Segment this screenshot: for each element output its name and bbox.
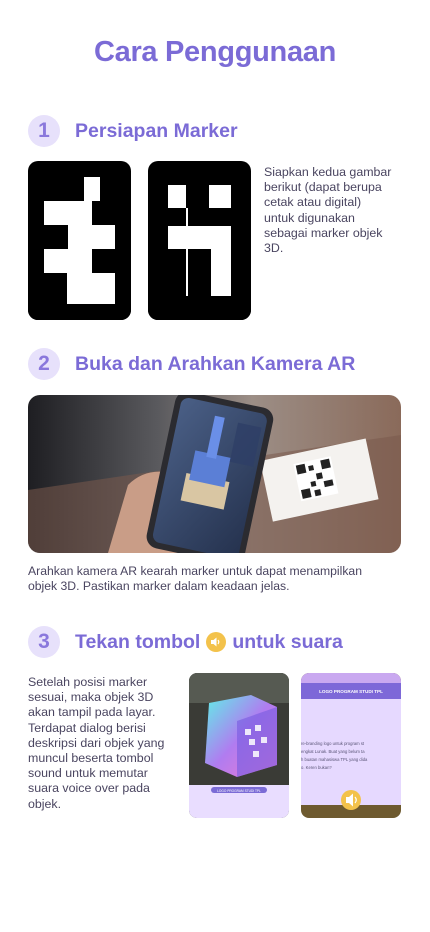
- ar-camera-photo: [28, 395, 401, 553]
- phone2-text-line: h buatan mahasiswa TPL yang dida: [301, 757, 368, 762]
- step-number-badge: 3: [28, 626, 60, 658]
- step-1-header: 1 Persiapan Marker: [28, 115, 238, 147]
- step-title: Tekan tombol untuk suara: [75, 630, 343, 653]
- marker-image-1: [28, 161, 131, 320]
- ar-screenshot-object: LOGO PROGRAM STUDI TPL: [189, 673, 289, 818]
- phone2-text-line: o. Keren bukan?: [301, 765, 332, 770]
- phone2-header: LOGO PROGRAM STUDI TPL: [319, 689, 383, 694]
- step-number-badge: 2: [28, 348, 60, 380]
- step-1-description: Siapkan kedua gambar berikut (dapat beru…: [264, 165, 392, 256]
- step-number-badge: 1: [28, 115, 60, 147]
- speaker-icon: [206, 632, 227, 653]
- phone2-text-line: re-branding logo untuk program st: [301, 741, 365, 746]
- step-3-header: 3 Tekan tombol untuk suara: [28, 626, 343, 658]
- phone1-label: LOGO PROGRAM STUDI TPL: [217, 789, 261, 793]
- step-2-description: Arahkan kamera AR kearah marker untuk da…: [28, 564, 362, 594]
- step-3-description: Setelah posisi marker sesuai, maka objek…: [28, 675, 165, 811]
- step-2-header: 2 Buka dan Arahkan Kamera AR: [28, 348, 355, 380]
- step-title: Buka dan Arahkan Kamera AR: [75, 352, 356, 375]
- ar-screenshot-dialog: LOGO PROGRAM STUDI TPL re-branding logo …: [301, 673, 401, 818]
- marker-image-2: [148, 161, 251, 320]
- page-title: Cara Penggunaan: [93, 36, 337, 68]
- step-title: Persiapan Marker: [75, 119, 238, 142]
- phone2-text-line: engkat Lunak. Buat yang belum ta: [301, 749, 365, 754]
